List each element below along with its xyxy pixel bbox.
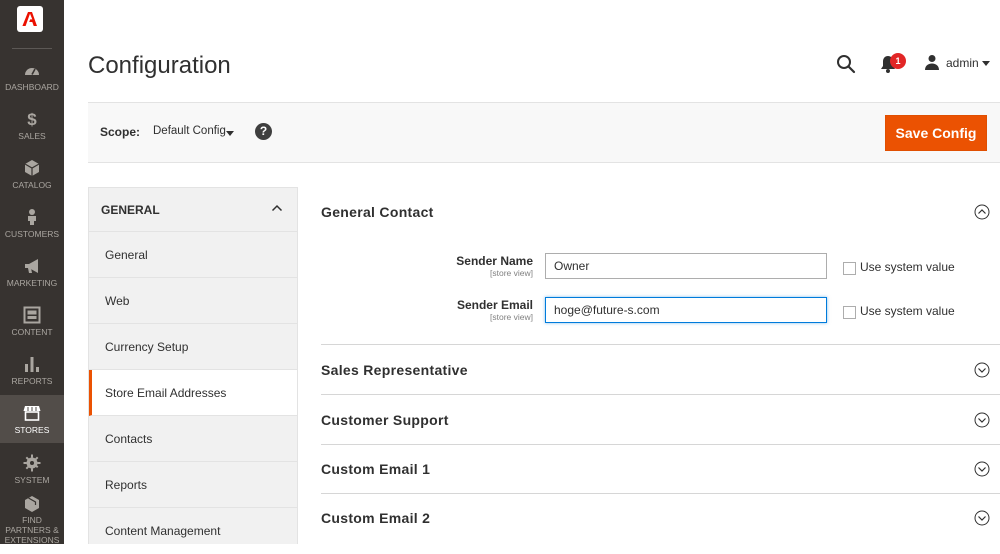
admin-nav: DASHBOARD $ SALES CATALOG CUSTOMERS MARK… xyxy=(0,0,64,545)
expand-icon xyxy=(974,461,990,477)
sidebar-item-reports[interactable]: Reports xyxy=(89,462,297,508)
section-title: Customer Support xyxy=(321,412,449,428)
nav-label: MARKETING xyxy=(6,278,58,288)
search-icon[interactable] xyxy=(836,54,856,74)
section-title: Custom Email 2 xyxy=(321,510,431,526)
nav-item-content[interactable]: CONTENT xyxy=(0,297,64,345)
scope-switcher[interactable]: Default Config xyxy=(153,125,226,137)
user-icon[interactable] xyxy=(924,54,940,70)
chevron-up-icon xyxy=(271,204,283,212)
sender-email-input[interactable] xyxy=(545,297,827,323)
sender-email-scope: [store view] xyxy=(490,312,533,322)
config-sidebar: GENERAL General Web Currency Setup Store… xyxy=(88,187,298,544)
nav-label: CATALOG xyxy=(12,180,52,190)
use-system-value-label[interactable]: Use system value xyxy=(860,304,955,318)
config-main: General Contact Sender Name [store view]… xyxy=(321,187,1000,544)
expand-icon xyxy=(974,412,990,428)
cube-icon xyxy=(21,158,43,178)
help-icon[interactable]: ? xyxy=(255,123,272,140)
content-icon xyxy=(21,305,43,325)
nav-item-sales[interactable]: $ SALES xyxy=(0,101,64,149)
sender-email-use-system-checkbox[interactable] xyxy=(843,306,856,319)
bar-chart-icon xyxy=(21,354,43,374)
sidebar-group-title: GENERAL xyxy=(101,202,160,217)
nav-item-dashboard[interactable]: DASHBOARD xyxy=(0,52,64,100)
use-system-value-label[interactable]: Use system value xyxy=(860,260,955,274)
nav-label: SYSTEM xyxy=(14,475,50,485)
nav-label: REPORTS xyxy=(11,376,53,386)
sender-name-input[interactable] xyxy=(545,253,827,279)
section-title: General Contact xyxy=(321,204,434,220)
scope-label: Scope: xyxy=(100,125,141,139)
sidebar-item-web[interactable]: Web xyxy=(89,278,297,324)
section-custom-email-1[interactable]: Custom Email 1 xyxy=(321,444,1000,494)
nav-label: DASHBOARD xyxy=(5,82,59,92)
section-sales-representative[interactable]: Sales Representative xyxy=(321,345,1000,395)
save-config-button[interactable]: Save Config xyxy=(885,115,987,151)
nav-divider xyxy=(12,48,52,49)
svg-text:$: $ xyxy=(27,110,37,128)
chevron-down-icon[interactable] xyxy=(982,61,990,66)
sender-name-scope: [store view] xyxy=(490,268,533,278)
collapse-icon xyxy=(974,204,990,220)
nav-label: SALES xyxy=(18,131,46,141)
nav-item-marketing[interactable]: MARKETING xyxy=(0,248,64,296)
sender-name-use-system-checkbox[interactable] xyxy=(843,262,856,275)
megaphone-icon xyxy=(21,256,43,276)
box-icon xyxy=(21,495,43,513)
nav-item-find-partners[interactable]: FIND PARTNERS & EXTENSIONS xyxy=(0,495,64,545)
sidebar-item-content-management[interactable]: Content Management xyxy=(89,508,297,554)
dollar-icon: $ xyxy=(21,109,43,129)
section-general-contact[interactable]: General Contact xyxy=(321,187,1000,237)
section-title: Custom Email 1 xyxy=(321,461,431,477)
nav-item-system[interactable]: SYSTEM xyxy=(0,445,64,493)
section-customer-support[interactable]: Customer Support xyxy=(321,395,1000,445)
sidebar-item-general[interactable]: General xyxy=(89,232,297,278)
section-custom-email-2[interactable]: Custom Email 2 xyxy=(321,493,1000,543)
gear-icon xyxy=(21,453,43,473)
nav-item-catalog[interactable]: CATALOG xyxy=(0,150,64,198)
adobe-logo[interactable] xyxy=(17,6,43,32)
adobe-logo-icon xyxy=(22,12,37,26)
sidebar-item-currency-setup[interactable]: Currency Setup xyxy=(89,324,297,370)
nav-label: CONTENT xyxy=(11,327,53,337)
sidebar-item-contacts[interactable]: Contacts xyxy=(89,416,297,462)
nav-item-customers[interactable]: CUSTOMERS xyxy=(0,199,64,247)
sender-name-label: Sender Name xyxy=(456,254,533,268)
page-title: Configuration xyxy=(88,52,231,79)
nav-label: STORES xyxy=(14,425,50,435)
scope-bar: Scope: Default Config ? Save Config xyxy=(88,102,1000,163)
sidebar-group-general[interactable]: GENERAL xyxy=(89,188,297,232)
notification-badge[interactable]: 1 xyxy=(890,53,906,69)
sidebar-item-store-email-addresses[interactable]: Store Email Addresses xyxy=(89,370,297,416)
dashboard-icon xyxy=(21,60,43,80)
sender-email-label: Sender Email xyxy=(456,298,533,312)
person-icon xyxy=(21,207,43,227)
section-title: Sales Representative xyxy=(321,362,468,378)
store-icon xyxy=(21,403,43,423)
expand-icon xyxy=(974,510,990,526)
nav-item-reports[interactable]: REPORTS xyxy=(0,346,64,394)
chevron-down-icon[interactable] xyxy=(226,131,234,136)
user-name[interactable]: admin xyxy=(946,56,979,70)
nav-item-stores[interactable]: STORES xyxy=(0,395,64,443)
nav-label: FIND PARTNERS & EXTENSIONS xyxy=(4,515,60,545)
expand-icon xyxy=(974,362,990,378)
nav-label: CUSTOMERS xyxy=(4,229,60,239)
